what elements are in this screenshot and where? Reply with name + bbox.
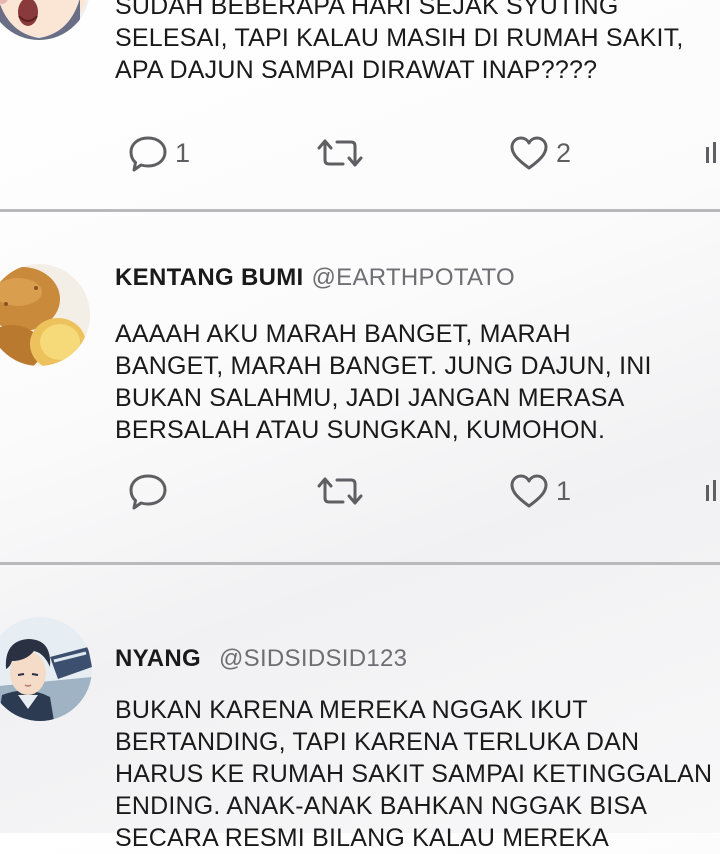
user-handle: @SIDSIDSID123 xyxy=(218,645,408,672)
tweet-body: BUKAN KARENA MEREKA NGGAK IKUT BERTANDIN… xyxy=(115,694,715,854)
like-count: 2 xyxy=(556,137,572,168)
user-handle: @EARTHPOTATO xyxy=(311,264,516,291)
display-name[interactable]: NYANG @SIDSIDSID123 xyxy=(115,645,407,673)
tweet-3[interactable]: NYANG @SIDSIDSID123 BUKAN KARENA MEREKA N… xyxy=(0,565,720,852)
like-button[interactable]: 1 xyxy=(508,471,571,511)
stats-button[interactable] xyxy=(705,471,720,511)
avatar[interactable] xyxy=(0,264,90,366)
avatar[interactable] xyxy=(0,0,90,40)
reply-button[interactable]: 1 xyxy=(127,133,190,173)
tweet-body-line: SELESAI, TAPI KALAU MASIH DI RUMAH SAKIT… xyxy=(115,24,684,52)
tweet-body-line: HARUS KE RUMAH SAKIT SAMPAI KETINGGALAN xyxy=(115,760,713,788)
tweet-body-line: BUKAN KARENA MEREKA NGGAK IKUT xyxy=(115,696,588,724)
retweet-icon xyxy=(317,477,363,505)
tweet-body-line: SUDAH BEBERAPA HARI SEJAK SYUTING xyxy=(115,0,619,20)
display-name-text: NYANG xyxy=(115,645,201,672)
tweet-actions: 1 2 xyxy=(0,133,720,173)
reply-icon xyxy=(129,474,167,510)
display-name[interactable]: KENTANG BUMI @EARTHPOTATO xyxy=(115,264,515,292)
retweet-button[interactable] xyxy=(316,471,364,511)
avatar[interactable] xyxy=(0,617,92,721)
reply-count: 1 xyxy=(175,137,191,168)
tweet-body: AAAAH AKU MARAH BANGET, MARAH BANGET, MA… xyxy=(115,318,715,446)
tweet-body-line: BANGET, MARAH BANGET. JUNG DAJUN, INI xyxy=(115,352,652,380)
tweet-body-line: BERSALAH ATAU SUNGKAN, KUMOHON. xyxy=(115,416,606,444)
tweet-actions: 1 xyxy=(0,471,720,511)
anime-boy-avatar-icon xyxy=(0,617,92,721)
tweet-body-line: APA DAJUN SAMPAI DIRAWAT INAP???? xyxy=(115,56,598,84)
stats-icon xyxy=(706,480,716,501)
potato-avatar-icon xyxy=(0,264,90,366)
tweet-body-line: BUKAN SALAHMU, JADI JANGAN MERASA xyxy=(115,384,625,412)
tweet-body-line: BERTANDING, TAPI KARENA TERLUKA DAN xyxy=(115,728,640,756)
like-count: 1 xyxy=(556,475,572,506)
tweet-body-line: AAAAH AKU MARAH BANGET, MARAH xyxy=(115,320,571,348)
reply-icon xyxy=(129,136,167,172)
tweet-body-line: ENDING. ANAK-ANAK BAHKAN NGGAK BISA xyxy=(115,792,648,820)
stats-icon xyxy=(706,142,716,163)
tweet-body: SUDAH BEBERAPA HARI SEJAK SYUTING SELESA… xyxy=(115,0,715,86)
retweet-button[interactable] xyxy=(316,133,364,173)
reply-button[interactable] xyxy=(127,471,175,511)
heart-icon xyxy=(510,474,548,508)
tweet-2[interactable]: KENTANG BUMI @EARTHPOTATO AAAAH AKU MARAH… xyxy=(0,212,720,562)
like-button[interactable]: 2 xyxy=(508,133,571,173)
heart-icon xyxy=(510,136,548,170)
tweet-1[interactable]: SUDAH BEBERAPA HARI SEJAK SYUTING SELESA… xyxy=(0,0,720,210)
cartoon-face-avatar-icon xyxy=(0,0,89,40)
stats-button[interactable] xyxy=(705,133,720,173)
retweet-icon xyxy=(317,139,363,167)
display-name-text: KENTANG BUMI xyxy=(115,264,304,291)
tweet-body-line: SECARA RESMI BILANG KALAU MEREKA xyxy=(115,824,610,852)
